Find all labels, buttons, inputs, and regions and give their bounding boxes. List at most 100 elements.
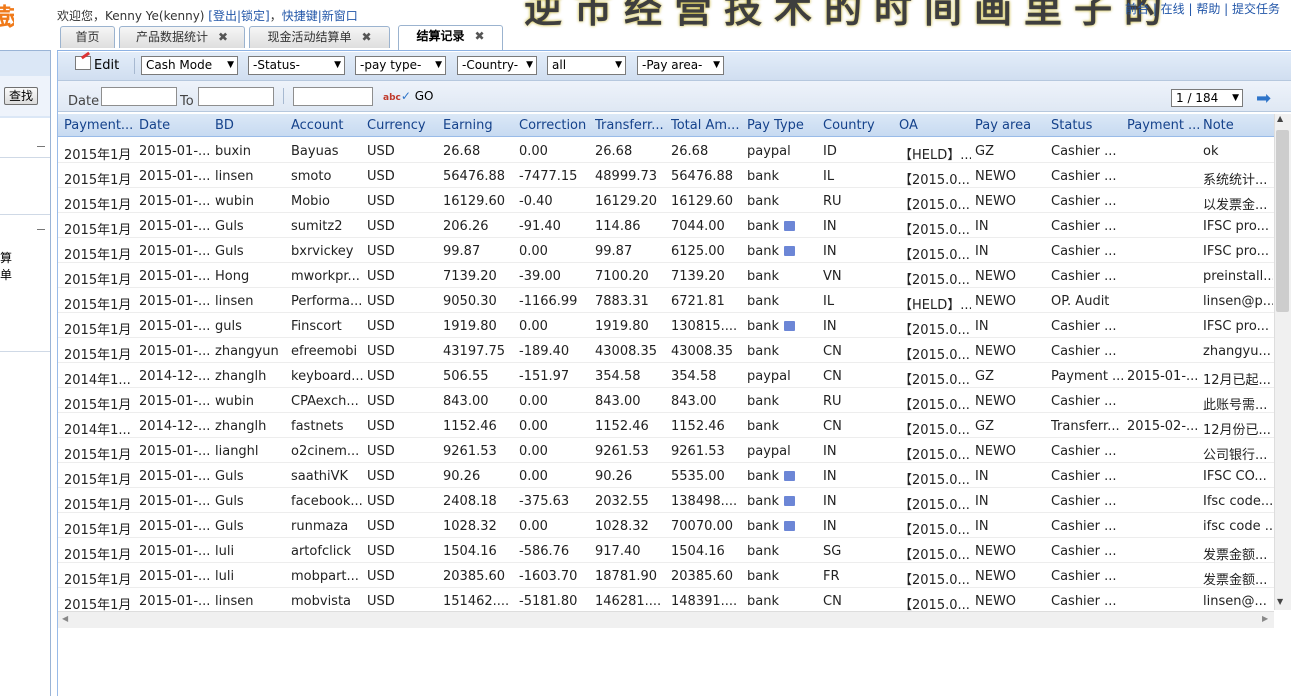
col-paydate-header[interactable]: Payment ... [1127,118,1199,133]
col-correction-cell: -39.00 [519,269,591,284]
col-currency-header[interactable]: Currency [367,118,439,133]
table-row[interactable]: 2015年1月 2015-01-... Guls runmaza USD 1028.32 0… [58,513,1274,538]
col-earning-header[interactable]: Earning [443,118,515,133]
search-button[interactable]: 查找 [4,87,38,105]
col-status-header[interactable]: Status [1051,118,1123,133]
go-button[interactable]: abc✓ GO [383,89,434,103]
col-bd-header[interactable]: BD [215,118,287,133]
col-status-cell: Transferr... [1051,419,1123,434]
table-row[interactable]: 2015年1月 2015-01-... luli artofclick USD 1504.… [58,538,1274,563]
col-total-cell: 26.68 [671,144,743,159]
flag-icon[interactable] [784,471,795,481]
col-country-value: ID [823,144,837,159]
all-select[interactable]: all ▼ [547,56,626,75]
table-row[interactable]: 2014年1... 2014-12-... zhanglh keyboard... US… [58,363,1274,388]
col-currency-value: USD [367,544,395,559]
mode-select[interactable]: Cash Mode ▼ [141,56,238,75]
search-keyword-input[interactable] [293,87,373,106]
table-row[interactable]: 2014年1... 2014-12-... zhanglh fastnets USD 11… [58,413,1274,438]
col-bd-value: linsen [215,169,254,184]
vertical-scroll-thumb[interactable] [1276,130,1289,312]
col-status-cell: Cashier ... [1051,544,1123,559]
next-page-icon[interactable]: ➡ [1256,88,1271,109]
tab-label: 首页 [75,30,100,44]
col-oa-header[interactable]: OA [899,118,971,133]
page-select[interactable]: 1 / 184 ▼ [1171,89,1243,107]
table-row[interactable]: 2015年1月 2015-01-... linsen Performa... USD 90… [58,288,1274,313]
flag-icon[interactable] [784,321,795,331]
flag-icon[interactable] [784,521,795,531]
col-payment-value: 2015年1月 [64,498,132,513]
scroll-up-icon[interactable]: ▲ [1277,114,1283,123]
close-icon[interactable]: ✖ [361,30,371,44]
left-menu-item[interactable]: 算单 [0,249,16,283]
close-icon[interactable]: ✖ [474,29,484,43]
status-select[interactable]: -Status- ▼ [248,56,345,75]
scroll-left-icon[interactable]: ◀ [62,614,68,623]
payarea-select[interactable]: -Pay area- ▼ [637,56,724,75]
table-row[interactable]: 2015年1月 2015-01-... Hong mworkpr... USD 7139.… [58,263,1274,288]
col-payment-value: 2015年1月 [64,198,132,213]
col-payarea-value: IN [975,519,989,534]
col-date-cell: 2015-01-... [139,194,211,209]
col-payarea-header[interactable]: Pay area [975,118,1047,133]
scroll-down-icon[interactable]: ▼ [1277,597,1283,606]
collapse-icon[interactable] [37,146,45,147]
table-row[interactable]: 2015年1月 2015-01-... Guls sumitz2 USD 206.26 -9… [58,213,1274,238]
col-correction-header[interactable]: Correction [519,118,591,133]
flag-icon[interactable] [784,246,795,256]
col-paytype-header[interactable]: Pay Type [747,118,819,133]
col-country-header[interactable]: Country [823,118,895,133]
table-row[interactable]: 2015年1月 2015-01-... guls Finscort USD 1919.80… [58,313,1274,338]
col-bd-value: Guls [215,519,244,534]
logout-lock-link[interactable]: [登出|锁定] [208,9,269,23]
col-correction-cell: 0.00 [519,394,591,409]
left-divider [0,351,50,352]
table-row[interactable]: 2015年1月 2015-01-... linsen smoto USD 56476.88… [58,163,1274,188]
country-select[interactable]: -Country- ▼ [457,56,537,75]
paytype-select[interactable]: -pay type- ▼ [355,56,446,75]
date-from-input[interactable] [101,87,177,106]
col-oa-cell: 【2015.0... [899,444,971,463]
table-row[interactable]: 2015年1月 2015-01-... wubin Mobio USD 16129.60-… [58,188,1274,213]
flag-icon[interactable] [784,221,795,231]
horizontal-scrollbar[interactable] [58,611,1274,628]
shortcut-links[interactable]: 快捷键|新窗口 [282,9,358,23]
scroll-right-icon[interactable]: ▶ [1262,614,1268,623]
tab-home[interactable]: 首页 [60,26,115,48]
table-row[interactable]: 2015年1月 2015-01-... Guls facebook... USD 2408… [58,488,1274,513]
col-account-header[interactable]: Account [291,118,363,133]
date-to-input[interactable] [198,87,274,106]
page-select-value: 1 / 184 [1176,91,1219,105]
col-date-header[interactable]: Date [139,118,211,133]
table-row[interactable]: 2015年1月 2015-01-... buxin Bayuas USD 26.68 0.0… [58,138,1274,163]
table-row[interactable]: 2015年1月 2015-01-... Guls saathiVK USD 90.26 0.… [58,463,1274,488]
top-right-links[interactable]: 前台 | 在线 | 帮助 | 提交任务 [1125,0,1280,17]
col-status-cell: Cashier ... [1051,194,1123,209]
table-row[interactable]: 2015年1月 2015-01-... wubin CPAexch... USD 843.… [58,388,1274,413]
close-icon[interactable]: ✖ [218,30,228,44]
col-correction-value: 0.00 [519,444,548,459]
col-oa-cell: 【HELD】... [899,144,971,163]
flag-icon[interactable] [784,496,795,506]
table-row[interactable]: 2015年1月 2015-01-... lianghl o2cinem... USD 92… [58,438,1274,463]
tab-product-stats[interactable]: 产品数据统计 ✖ [119,26,245,48]
edit-button[interactable]: Edit [75,51,119,76]
col-earning-cell: 20385.60 [443,569,515,584]
col-total-header[interactable]: Total Am... [671,118,743,133]
col-correction-cell: -91.40 [519,219,591,234]
col-country-cell: SG [823,544,895,559]
col-transferred-value: 16129.20 [595,194,658,209]
collapse-icon[interactable] [37,229,45,230]
col-payment-header[interactable]: Payment... [64,118,136,133]
table-row[interactable]: 2015年1月 2015-01-... zhangyun efreemobi USD 43… [58,338,1274,363]
tab-settlement-records[interactable]: 结算记录 ✖ [398,25,503,50]
table-row[interactable]: 2015年1月 2015-01-... Guls bxrvickey USD 99.87 0… [58,238,1274,263]
col-note-header[interactable]: Note [1203,118,1273,133]
col-paytype-cell: bank [747,219,819,234]
col-transferred-header[interactable]: Transferr... [595,118,667,133]
table-row[interactable]: 2015年1月 2015-01-... luli mobpart... USD 20385… [58,563,1274,588]
col-earning-cell: 843.00 [443,394,515,409]
table-row[interactable]: 2015年1月 2015-01-... linsen mobvista USD 15146… [58,588,1274,613]
tab-cash-activity[interactable]: 现金活动结算单 ✖ [249,26,390,48]
